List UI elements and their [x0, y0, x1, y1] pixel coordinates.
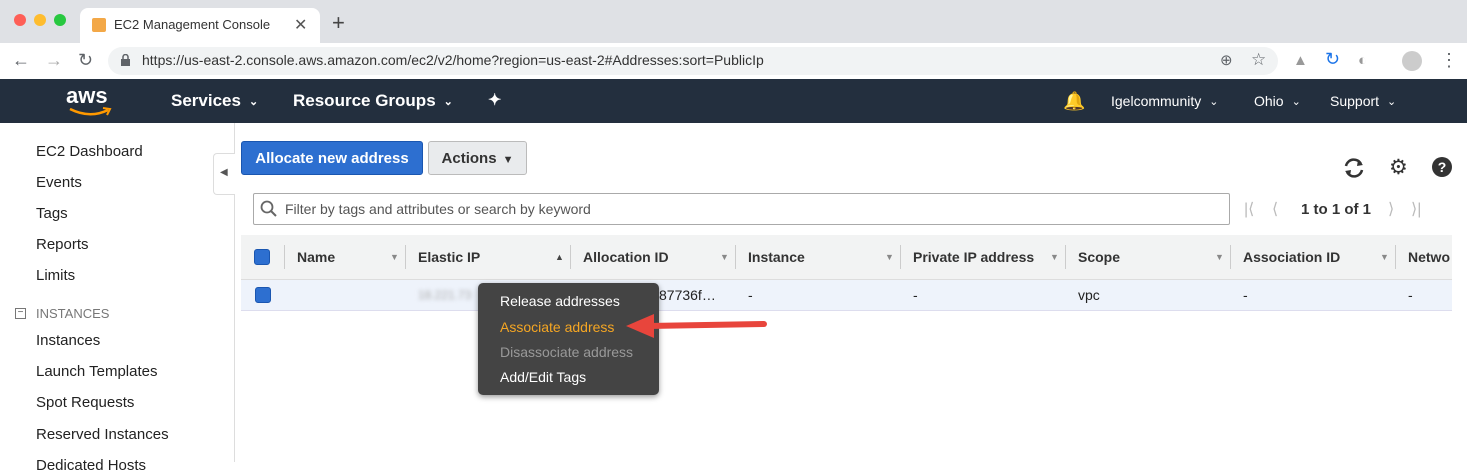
- profile-avatar[interactable]: [1402, 51, 1422, 71]
- allocate-new-address-button[interactable]: Allocate new address: [241, 141, 423, 175]
- close-tab-icon[interactable]: ✕: [294, 15, 307, 35]
- sidebar-item-reports[interactable]: Reports: [36, 236, 89, 253]
- account-menu[interactable]: Igelcommunity ⌄: [1111, 79, 1218, 123]
- search-icon: [260, 200, 277, 217]
- row-checkbox[interactable]: [255, 287, 271, 303]
- menu-item-release-addresses[interactable]: Release addresses: [500, 293, 620, 309]
- sidebar-item-spot-requests[interactable]: Spot Requests: [36, 394, 134, 411]
- forward-arrow-icon[interactable]: →: [45, 51, 63, 69]
- sort-ascending-icon[interactable]: ▲: [555, 235, 564, 279]
- sidebar-item-events[interactable]: Events: [36, 174, 82, 191]
- cell-allocation-id: 87736f…: [659, 287, 716, 303]
- sidebar-item-instances[interactable]: Instances: [36, 332, 100, 349]
- sidebar: EC2 Dashboard Events Tags Reports Limits…: [0, 123, 235, 474]
- caret-left-icon: ◀: [220, 167, 228, 178]
- column-name[interactable]: Name: [297, 235, 335, 279]
- column-elastic-ip[interactable]: Elastic IP: [418, 235, 480, 279]
- collapse-section-icon[interactable]: −: [15, 308, 26, 319]
- collapse-sidebar-button[interactable]: ◀: [213, 153, 235, 195]
- cell-scope: vpc: [1078, 287, 1100, 303]
- aws-favicon-icon: [92, 18, 106, 32]
- aws-smile-icon: [69, 107, 112, 116]
- tab-title: EC2 Management Console: [114, 17, 271, 32]
- next-page-icon[interactable]: ⟩: [1388, 199, 1394, 219]
- column-association-id[interactable]: Association ID: [1243, 235, 1340, 279]
- cell-elastic-ip: 18.221.73: [418, 288, 472, 302]
- pagination-text: 1 to 1 of 1: [1301, 201, 1372, 218]
- address-bar[interactable]: https://us-east-2.console.aws.amazon.com…: [108, 47, 1278, 75]
- sidebar-item-dedicated-hosts[interactable]: Dedicated Hosts: [36, 457, 146, 474]
- cell-network: -: [1408, 287, 1413, 303]
- sidebar-item-tags[interactable]: Tags: [36, 205, 68, 222]
- last-page-icon[interactable]: ⟩|: [1411, 199, 1421, 219]
- column-scope[interactable]: Scope: [1078, 235, 1120, 279]
- aws-navbar: aws Services ⌄ Resource Groups ⌄ ✦ 🔔 Igelc…: [0, 79, 1467, 123]
- pin-icon[interactable]: ✦: [488, 79, 501, 123]
- browser-tab[interactable]: EC2 Management Console ✕: [80, 8, 320, 43]
- select-all-checkbox[interactable]: [254, 249, 270, 265]
- cell-association-id: -: [1243, 287, 1248, 303]
- browser-tab-bar: EC2 Management Console ✕ +: [0, 0, 1467, 43]
- refresh-icon[interactable]: [1342, 157, 1366, 179]
- sidebar-item-reserved-instances[interactable]: Reserved Instances: [36, 426, 169, 443]
- minimize-window-button[interactable]: [34, 14, 46, 26]
- sync-extension-icon[interactable]: ↻: [1325, 50, 1340, 68]
- filter-placeholder: Filter by tags and attributes or search …: [285, 201, 591, 217]
- column-allocation-id[interactable]: Allocation ID: [583, 235, 669, 279]
- menu-item-add-edit-tags[interactable]: Add/Edit Tags: [500, 369, 586, 385]
- column-instance[interactable]: Instance: [748, 235, 805, 279]
- sidebar-section-instances: INSTANCES: [36, 306, 110, 321]
- browser-toolbar: ← → ↻ https://us-east-2.console.aws.amaz…: [0, 43, 1467, 80]
- actions-button[interactable]: Actions ▼: [428, 141, 527, 175]
- aws-logo[interactable]: aws: [66, 83, 114, 119]
- sort-icon[interactable]: ▼: [885, 235, 894, 279]
- sort-icon[interactable]: ▼: [1050, 235, 1059, 279]
- extension-icon[interactable]: ◐: [1358, 52, 1367, 70]
- bookmark-star-icon[interactable]: ☆: [1251, 51, 1266, 69]
- sort-icon[interactable]: ▼: [720, 235, 729, 279]
- help-icon[interactable]: ?: [1432, 157, 1452, 177]
- sidebar-item-launch-templates[interactable]: Launch Templates: [36, 363, 157, 380]
- menu-item-disassociate-address: Disassociate address: [500, 344, 634, 360]
- previous-page-icon[interactable]: ⟨: [1272, 199, 1278, 219]
- cell-private-ip: -: [913, 287, 918, 303]
- support-menu[interactable]: Support ⌄: [1330, 79, 1396, 123]
- maximize-window-button[interactable]: [54, 14, 66, 26]
- browser-menu-icon[interactable]: ⋮: [1440, 51, 1458, 69]
- new-tab-button[interactable]: +: [332, 10, 345, 36]
- column-private-ip[interactable]: Private IP address: [913, 235, 1034, 279]
- lock-icon: [121, 54, 130, 66]
- first-page-icon[interactable]: |⟨: [1244, 199, 1254, 219]
- sort-icon[interactable]: ▼: [1380, 235, 1389, 279]
- back-arrow-icon[interactable]: ←: [12, 51, 30, 69]
- sort-icon[interactable]: ▼: [1215, 235, 1224, 279]
- url-text: https://us-east-2.console.aws.amazon.com…: [142, 52, 764, 68]
- settings-gear-icon[interactable]: ⚙: [1389, 155, 1408, 180]
- menu-item-associate-address[interactable]: Associate address: [500, 319, 614, 335]
- resource-groups-menu[interactable]: Resource Groups ⌄: [293, 79, 453, 123]
- table-header: Name ▼ Elastic IP ▲ Allocation ID ▼ Inst…: [241, 235, 1452, 280]
- close-window-button[interactable]: [14, 14, 26, 26]
- drive-extension-icon[interactable]: ▲: [1293, 52, 1308, 70]
- annotation-arrow-icon: [626, 314, 767, 338]
- services-menu[interactable]: Services ⌄: [171, 79, 258, 123]
- sort-icon[interactable]: ▼: [390, 235, 399, 279]
- zoom-icon[interactable]: ⊕: [1220, 52, 1233, 70]
- filter-search-input[interactable]: Filter by tags and attributes or search …: [253, 193, 1230, 225]
- sidebar-item-ec2-dashboard[interactable]: EC2 Dashboard: [36, 143, 143, 160]
- column-network[interactable]: Netwo: [1408, 235, 1450, 279]
- reload-icon[interactable]: ↻: [78, 51, 93, 69]
- sidebar-item-limits[interactable]: Limits: [36, 267, 75, 284]
- table-row[interactable]: 18.221.73 87736f… - - vpc - -: [241, 280, 1452, 311]
- cell-instance: -: [748, 287, 753, 303]
- region-menu[interactable]: Ohio ⌄: [1254, 79, 1301, 123]
- notification-bell-icon[interactable]: 🔔: [1063, 79, 1085, 123]
